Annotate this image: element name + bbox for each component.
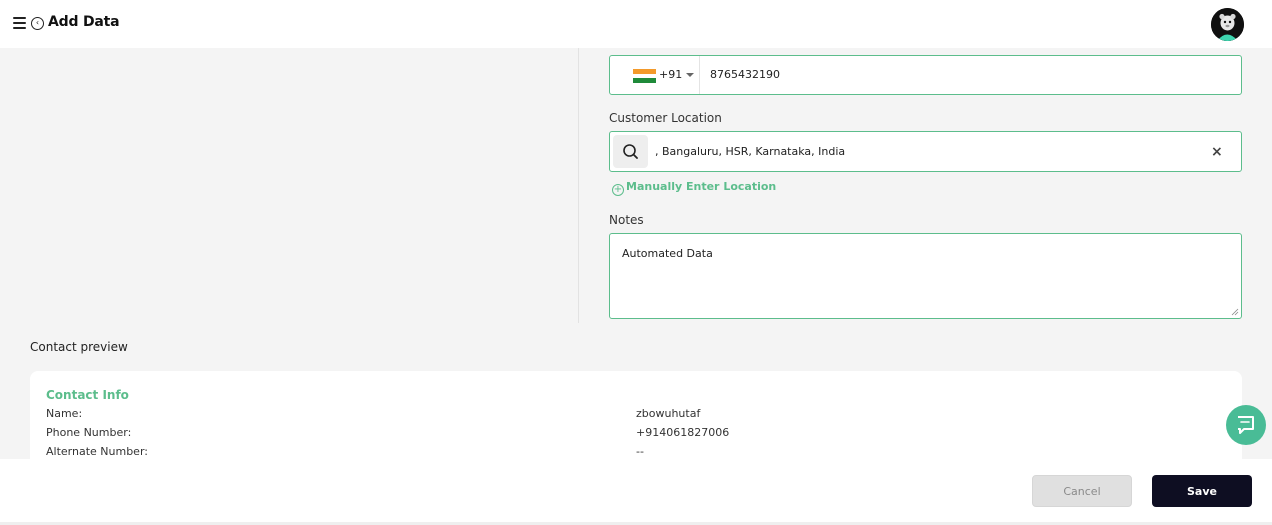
footer-bar: Cancel Save: [0, 459, 1272, 525]
manually-enter-location-link[interactable]: + Manually Enter Location: [612, 180, 776, 196]
search-icon: [623, 144, 638, 159]
search-button[interactable]: [613, 135, 648, 168]
name-value: zbowuhutaf: [636, 407, 701, 420]
dial-code[interactable]: +91: [659, 68, 682, 81]
phone-input[interactable]: 8765432190: [710, 68, 780, 81]
cancel-button[interactable]: Cancel: [1032, 475, 1132, 507]
plus-circle-icon: +: [612, 184, 624, 196]
name-label: Name:: [46, 407, 83, 420]
alternate-number-value: --: [636, 445, 644, 458]
top-bar: ‹ Add Data: [0, 0, 1272, 48]
clear-icon[interactable]: ×: [1211, 144, 1223, 160]
india-flag-icon[interactable]: [633, 69, 656, 83]
avatar[interactable]: [1211, 8, 1244, 41]
location-field[interactable]: , Bangaluru, HSR, Karnataka, India ×: [609, 131, 1242, 172]
notes-textarea[interactable]: Automated Data: [609, 233, 1242, 319]
manual-location-label: Manually Enter Location: [626, 180, 777, 193]
chat-fab-button[interactable]: [1226, 405, 1266, 445]
location-input[interactable]: , Bangaluru, HSR, Karnataka, India: [655, 145, 845, 158]
phone-number-value: +914061827006: [636, 426, 730, 439]
contact-info-title: Contact Info: [46, 388, 129, 402]
page-title: Add Data: [48, 14, 120, 30]
phone-separator: [699, 56, 700, 94]
back-icon[interactable]: ‹: [31, 17, 44, 30]
hamburger-menu-icon[interactable]: [13, 17, 26, 29]
notes-value: Automated Data: [622, 247, 713, 260]
contact-preview-card: Contact Info Name: zbowuhutaf Phone Numb…: [30, 371, 1242, 471]
location-label: Customer Location: [609, 111, 722, 125]
column-divider: [578, 48, 579, 323]
chat-icon: [1238, 416, 1254, 434]
contact-preview-heading: Contact preview: [30, 340, 128, 354]
resize-handle-icon[interactable]: [1231, 308, 1239, 316]
phone-field[interactable]: +91 8765432190: [609, 55, 1242, 95]
chevron-down-icon[interactable]: [686, 73, 694, 77]
save-button[interactable]: Save: [1152, 475, 1252, 507]
phone-number-label: Phone Number:: [46, 426, 132, 439]
notes-label: Notes: [609, 213, 644, 227]
alternate-number-label: Alternate Number:: [46, 445, 148, 458]
